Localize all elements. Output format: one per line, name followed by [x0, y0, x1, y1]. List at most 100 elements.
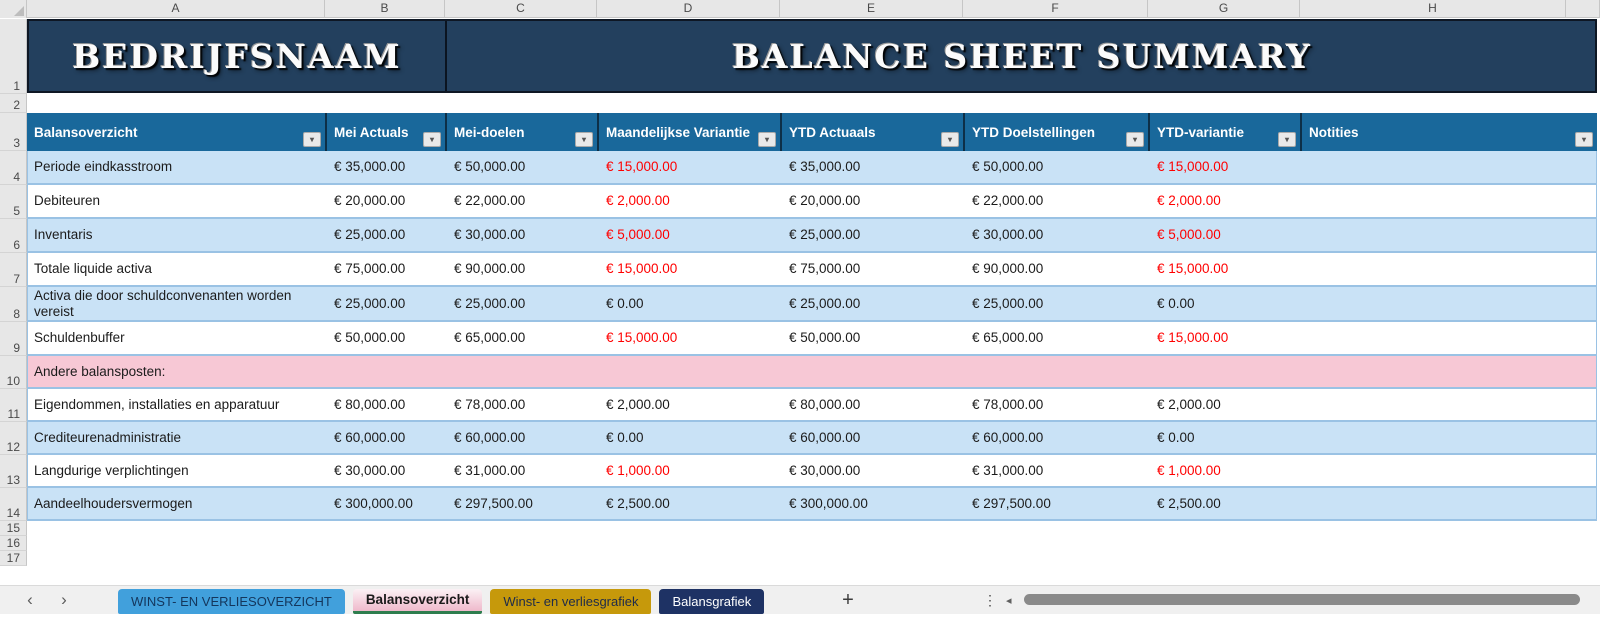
table-header-maandelijkse-variantie[interactable]: Maandelijkse Variantie ▾: [597, 113, 780, 151]
table-header-mei-actuals[interactable]: Mei Actuals ▾: [325, 113, 445, 151]
sheet-tab-winst-en-verliesoverzicht[interactable]: WINST- EN VERLIESOVERZICHT: [118, 589, 345, 614]
value-cell-ytd-doelstellingen[interactable]: € 90,000.00: [964, 253, 1149, 285]
value-cell-ytd-actuaals[interactable]: € 35,000.00: [781, 151, 964, 183]
value-cell-ytd-doelstellingen[interactable]: € 22,000.00: [964, 185, 1149, 217]
filter-dropdown-icon[interactable]: ▾: [423, 132, 441, 147]
value-cell-mei-actuals[interactable]: € 20,000.00: [326, 185, 446, 217]
row-header-12[interactable]: 12: [0, 422, 27, 455]
row-header-17[interactable]: 17: [0, 551, 27, 566]
value-cell-ytd-variantie[interactable]: € 0.00: [1149, 287, 1301, 320]
value-cell-ytd-doelstellingen[interactable]: € 50,000.00: [964, 151, 1149, 183]
value-cell-maandelijkse-variantie[interactable]: € 1,000.00: [598, 455, 781, 486]
row-header-10[interactable]: 10: [0, 356, 27, 389]
value-cell-notities[interactable]: [1301, 488, 1598, 519]
value-cell-notities[interactable]: [1301, 389, 1598, 420]
value-cell-ytd-variantie[interactable]: € 2,000.00: [1149, 185, 1301, 217]
column-header-a[interactable]: A: [27, 0, 325, 18]
value-cell-ytd-actuaals[interactable]: € 300,000.00: [781, 488, 964, 519]
value-cell-mei-doelen[interactable]: € 25,000.00: [446, 287, 598, 320]
row-label-cell[interactable]: Schuldenbuffer: [28, 322, 326, 354]
row-header-15[interactable]: 15: [0, 521, 27, 536]
value-cell-ytd-actuaals[interactable]: € 30,000.00: [781, 455, 964, 486]
value-cell-mei-actuals[interactable]: € 80,000.00: [326, 389, 446, 420]
value-cell-ytd-doelstellingen[interactable]: € 31,000.00: [964, 455, 1149, 486]
value-cell-ytd-variantie[interactable]: € 15,000.00: [1149, 151, 1301, 183]
row-label-cell[interactable]: Totale liquide activa: [28, 253, 326, 285]
value-cell-maandelijkse-variantie[interactable]: € 15,000.00: [598, 322, 781, 354]
value-cell-notities[interactable]: [1301, 422, 1598, 453]
value-cell-notities[interactable]: [1301, 185, 1598, 217]
table-header-notities[interactable]: Notities ▾: [1300, 113, 1597, 151]
row-header-4[interactable]: 4: [0, 151, 27, 185]
value-cell-ytd-actuaals[interactable]: € 60,000.00: [781, 422, 964, 453]
row-label-cell[interactable]: Eigendommen, installaties en apparatuur: [28, 389, 326, 420]
row-header-5[interactable]: 5: [0, 185, 27, 219]
value-cell-ytd-variantie[interactable]: € 0.00: [1149, 422, 1301, 453]
row-label-cell[interactable]: Inventaris: [28, 219, 326, 251]
add-sheet-button[interactable]: +: [836, 588, 860, 612]
prev-sheet-arrow[interactable]: ‹: [20, 590, 40, 610]
row-header-2[interactable]: 2: [0, 94, 27, 113]
value-cell-mei-actuals[interactable]: € 75,000.00: [326, 253, 446, 285]
row-label-cell[interactable]: Crediteurenadministratie: [28, 422, 326, 453]
value-cell-mei-actuals[interactable]: € 50,000.00: [326, 322, 446, 354]
value-cell-maandelijkse-variantie[interactable]: € 0.00: [598, 422, 781, 453]
more-options-icon[interactable]: ⋮: [982, 590, 998, 610]
filter-dropdown-icon[interactable]: ▾: [758, 132, 776, 147]
value-cell-ytd-variantie[interactable]: € 1,000.00: [1149, 455, 1301, 486]
table-header-ytd-actuaals[interactable]: YTD Actuaals ▾: [780, 113, 963, 151]
column-header-h[interactable]: H: [1300, 0, 1566, 18]
table-header-ytd-variantie[interactable]: YTD-variantie ▾: [1148, 113, 1300, 151]
table-header-mei-doelen[interactable]: Mei-doelen ▾: [445, 113, 597, 151]
value-cell-ytd-variantie[interactable]: € 15,000.00: [1149, 253, 1301, 285]
value-cell-notities[interactable]: [1301, 322, 1598, 354]
row-header-3[interactable]: 3: [0, 113, 27, 151]
value-cell-notities[interactable]: [1301, 219, 1598, 251]
column-header-b[interactable]: B: [325, 0, 445, 18]
row-header-9[interactable]: 9: [0, 322, 27, 356]
row-label-cell[interactable]: Langdurige verplichtingen: [28, 455, 326, 486]
table-header-ytd-doelstellingen[interactable]: YTD Doelstellingen ▾: [963, 113, 1148, 151]
row-label-cell[interactable]: Periode eindkasstroom: [28, 151, 326, 183]
column-header-f[interactable]: F: [963, 0, 1148, 18]
value-cell-ytd-actuaals[interactable]: € 50,000.00: [781, 322, 964, 354]
value-cell-mei-doelen[interactable]: € 297,500.00: [446, 488, 598, 519]
row-header-7[interactable]: 7: [0, 253, 27, 287]
section-header-cell[interactable]: Andere balansposten:: [28, 356, 1596, 387]
column-header-c[interactable]: C: [445, 0, 597, 18]
sheet-tab-winst-en-verliesgrafiek[interactable]: Winst- en verliesgrafiek: [490, 589, 652, 614]
row-header-11[interactable]: 11: [0, 389, 27, 422]
row-header-1[interactable]: 1: [0, 19, 27, 94]
value-cell-mei-actuals[interactable]: € 30,000.00: [326, 455, 446, 486]
value-cell-mei-doelen[interactable]: € 65,000.00: [446, 322, 598, 354]
title-banner[interactable]: BEDRIJFSNAAM BALANCE SHEET SUMMARY: [27, 19, 1597, 93]
value-cell-ytd-doelstellingen[interactable]: € 65,000.00: [964, 322, 1149, 354]
value-cell-ytd-actuaals[interactable]: € 25,000.00: [781, 219, 964, 251]
value-cell-mei-actuals[interactable]: € 300,000.00: [326, 488, 446, 519]
value-cell-mei-doelen[interactable]: € 78,000.00: [446, 389, 598, 420]
value-cell-ytd-doelstellingen[interactable]: € 60,000.00: [964, 422, 1149, 453]
value-cell-mei-doelen[interactable]: € 22,000.00: [446, 185, 598, 217]
value-cell-ytd-actuaals[interactable]: € 25,000.00: [781, 287, 964, 320]
column-header-e[interactable]: E: [780, 0, 963, 18]
value-cell-ytd-variantie[interactable]: € 5,000.00: [1149, 219, 1301, 251]
row-label-cell[interactable]: Activa die door schuldconvenanten worden…: [28, 287, 326, 320]
row-header-13[interactable]: 13: [0, 455, 27, 488]
value-cell-notities[interactable]: [1301, 287, 1598, 320]
row-header-8[interactable]: 8: [0, 287, 27, 322]
value-cell-ytd-doelstellingen[interactable]: € 30,000.00: [964, 219, 1149, 251]
filter-dropdown-icon[interactable]: ▾: [1278, 132, 1296, 147]
value-cell-maandelijkse-variantie[interactable]: € 15,000.00: [598, 253, 781, 285]
filter-dropdown-icon[interactable]: ▾: [1126, 132, 1144, 147]
filter-dropdown-icon[interactable]: ▾: [575, 132, 593, 147]
value-cell-mei-actuals[interactable]: € 25,000.00: [326, 219, 446, 251]
value-cell-maandelijkse-variantie[interactable]: € 15,000.00: [598, 151, 781, 183]
row-header-6[interactable]: 6: [0, 219, 27, 253]
filter-dropdown-icon[interactable]: ▾: [303, 132, 321, 147]
value-cell-notities[interactable]: [1301, 253, 1598, 285]
hscroll-left-arrow[interactable]: ◂: [1006, 594, 1012, 607]
row-header-16[interactable]: 16: [0, 536, 27, 551]
value-cell-notities[interactable]: [1301, 151, 1598, 183]
table-header-balansoverzicht[interactable]: Balansoverzicht ▾: [27, 113, 325, 151]
sheet-tab-balansoverzicht[interactable]: Balansoverzicht: [352, 589, 483, 614]
